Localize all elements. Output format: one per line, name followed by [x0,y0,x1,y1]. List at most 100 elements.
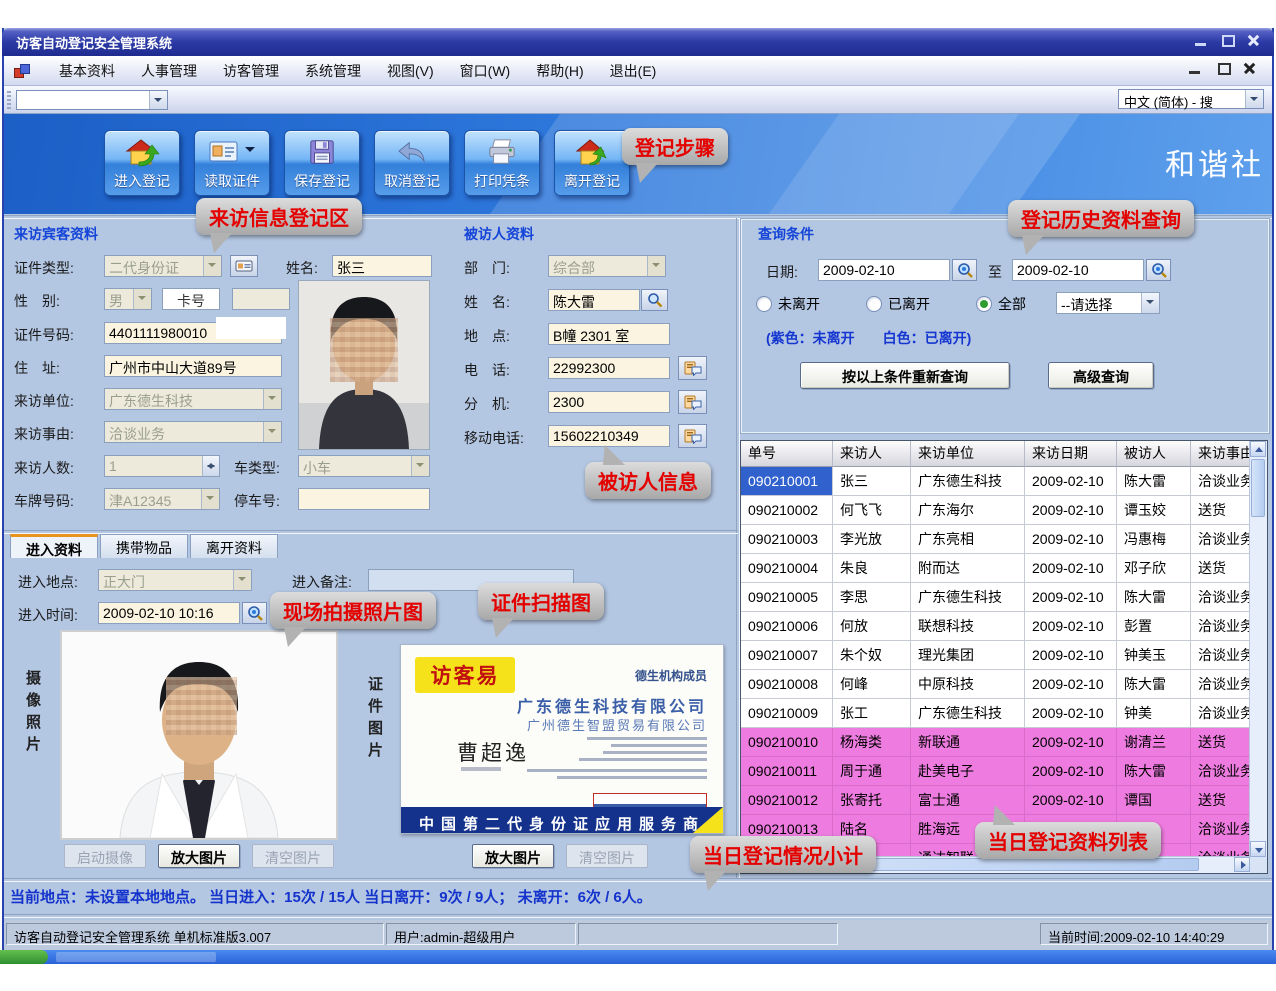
grid-cell[interactable]: 洽谈业务 [1191,583,1250,612]
grid-cell[interactable]: 2009-02-10 [1025,583,1117,612]
grid-cell[interactable]: 联想科技 [911,612,1025,641]
mdi-minimize-icon[interactable] [1185,60,1205,77]
notify-phone-button[interactable] [678,356,707,380]
grid-cell[interactable]: 彭置 [1117,612,1191,641]
grid-cell[interactable]: 090210007 [741,641,833,670]
grid-row[interactable]: 090210009张工广东德生科技2009-02-10钟美洽谈业务 [741,699,1250,728]
grid-cell[interactable]: 何飞飞 [833,496,911,525]
parking-field[interactable] [298,488,430,510]
advanced-query-button[interactable]: 高级查询 [1048,362,1154,389]
grid-cell[interactable]: 李光放 [833,525,911,554]
grid-cell[interactable]: 洽谈业务 [1191,612,1250,641]
grid-cell[interactable]: 陈大雷 [1117,583,1191,612]
grid-row[interactable]: 090210004朱良附而达2009-02-10邓子欣送货 [741,554,1250,583]
grid-cell[interactable]: 张三 [833,467,911,496]
grid-cell[interactable]: 广东德生科技 [911,583,1025,612]
menu-item[interactable]: 窗口(W) [447,57,524,85]
toolbar-grip[interactable] [7,91,11,109]
grid-cell[interactable]: 洽谈业务 [1191,815,1250,844]
grid-cell[interactable]: 090210010 [741,728,833,757]
toolbar-button-打印凭条[interactable]: 打印凭条 [464,130,540,196]
grid-cell[interactable]: 周于通 [833,757,911,786]
chevron-down-icon[interactable] [245,147,255,157]
date-to-field[interactable]: 2009-02-10 [1012,259,1144,281]
visitor-name-field[interactable]: 张三 [332,255,432,277]
grid-row[interactable]: 090210007朱个奴理光集团2009-02-10钟美玉洽谈业务 [741,641,1250,670]
grid-cell[interactable]: 邓子欣 [1117,554,1191,583]
grid-cell[interactable]: 2009-02-10 [1025,612,1117,641]
grid-cell[interactable]: 广东亮相 [911,525,1025,554]
grid-cell[interactable]: 广东德生科技 [911,699,1025,728]
radio-icon[interactable] [866,296,882,312]
grid-cell[interactable]: 2009-02-10 [1025,786,1117,815]
grid-cell[interactable]: 送货 [1191,786,1250,815]
grid-cell[interactable]: 送货 [1191,554,1250,583]
tab-离开资料[interactable]: 离开资料 [190,534,278,558]
grid-cell[interactable]: 李思 [833,583,911,612]
grid-cell[interactable]: 新联通 [911,728,1025,757]
grid-row[interactable]: 090210006何放联想科技2009-02-10彭置洽谈业务 [741,612,1250,641]
放大图片-button[interactable]: 放大图片 [472,844,554,868]
menu-item[interactable]: 帮助(H) [523,57,596,85]
language-combo[interactable]: 中文 (简体) - 搜 [1118,89,1264,109]
toolbar-button-取消登记[interactable]: 取消登记 [374,130,450,196]
grid-cell[interactable]: 冯惠梅 [1117,525,1191,554]
grid-cell[interactable]: 2009-02-10 [1025,670,1117,699]
grid-cell[interactable]: 张工 [833,699,911,728]
card-number-button[interactable]: 卡号 [162,288,220,310]
interviewee-name-field[interactable]: 陈大雷 [548,289,640,311]
grid-cell[interactable]: 谭国 [1117,786,1191,815]
toolbar-button-进入登记[interactable]: 进入登记 [104,130,180,196]
restore-icon[interactable] [1217,32,1237,49]
grid-cell[interactable]: 赴美电子 [911,757,1025,786]
grid-column-header[interactable]: 来访单位 [911,441,1025,467]
entry-time-picker-button[interactable] [242,602,267,624]
status-filter-combo[interactable]: --请选择 [1056,292,1160,314]
grid-cell[interactable]: 附而达 [911,554,1025,583]
grid-cell[interactable]: 2009-02-10 [1025,496,1117,525]
grid-cell[interactable]: 广东德生科技 [911,467,1025,496]
date-from-picker-button[interactable] [952,259,977,281]
grid-column-header[interactable]: 单号 [741,441,833,467]
grid-cell[interactable]: 钟美玉 [1117,641,1191,670]
windows-taskbar[interactable] [0,950,1276,964]
grid-cell[interactable]: 送货 [1191,728,1250,757]
quick-search-combo[interactable] [16,90,168,110]
grid-cell[interactable]: 090210002 [741,496,833,525]
menu-item[interactable]: 系统管理 [292,57,374,85]
title-bar[interactable]: 访客自动登记安全管理系统 [2,28,1274,56]
toolbar-button-保存登记[interactable]: 保存登记 [284,130,360,196]
放大图片-button[interactable]: 放大图片 [158,844,240,868]
radio-未离开[interactable]: 未离开 [756,294,820,314]
grid-cell[interactable]: 洽谈业务 [1191,641,1250,670]
grid-cell[interactable]: 2009-02-10 [1025,699,1117,728]
grid-row[interactable]: 090210001张三广东德生科技2009-02-10陈大雷洽谈业务 [741,467,1250,496]
scroll-up-icon[interactable] [1250,441,1266,457]
mobile-field[interactable]: 15602210349 [548,425,670,447]
toolbar-button-离开登记[interactable]: 离开登记 [554,130,630,196]
menu-item[interactable]: 视图(V) [374,57,447,85]
grid-cell[interactable]: 中原科技 [911,670,1025,699]
grid-cell[interactable]: 洽谈业务 [1191,699,1250,728]
grid-row[interactable]: 090210002何飞飞广东海尔2009-02-10谭玉姣送货 [741,496,1250,525]
tab-进入资料[interactable]: 进入资料 [10,534,98,558]
radio-icon[interactable] [976,296,992,312]
grid-column-header[interactable]: 来访事由 [1191,441,1250,467]
scroll-thumb[interactable] [1251,459,1265,517]
grid-cell[interactable]: 洽谈业务 [1191,757,1250,786]
grid-cell[interactable]: 090210001 [741,467,833,496]
chevron-down-icon[interactable] [149,91,167,109]
grid-cell[interactable]: 张寄托 [833,786,911,815]
location-field[interactable]: B幢 2301 室 [548,323,670,345]
grid-cell[interactable]: 090210003 [741,525,833,554]
grid-cell[interactable]: 洽谈业务 [1191,467,1250,496]
grid-cell[interactable]: 090210012 [741,786,833,815]
grid-cell[interactable]: 090210009 [741,699,833,728]
grid-cell[interactable]: 2009-02-10 [1025,525,1117,554]
radio-全部[interactable]: 全部 [976,294,1026,314]
phone-field[interactable]: 22992300 [548,357,670,379]
entry-time-field[interactable]: 2009-02-10 10:16 [98,602,240,624]
date-to-picker-button[interactable] [1146,259,1171,281]
toolbar-button-读取证件[interactable]: 读取证件 [194,130,270,196]
grid-cell[interactable]: 陈大雷 [1117,467,1191,496]
